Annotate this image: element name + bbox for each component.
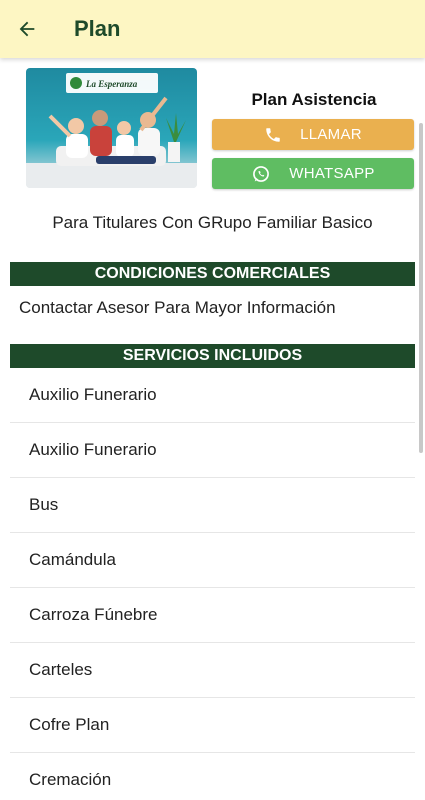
plan-content[interactable]: La Esperanza Plan Asistencia LLAMAR WHAT… — [0, 58, 425, 800]
list-item[interactable]: Bus — [10, 478, 415, 533]
call-button-label: LLAMAR — [300, 126, 362, 143]
whatsapp-button-label: WHATSAPP — [289, 165, 375, 182]
list-item[interactable]: Carroza Fúnebre — [10, 588, 415, 643]
arrow-left-icon — [19, 21, 35, 37]
scrollbar[interactable] — [419, 123, 423, 453]
services-header: SERVICIOS INCLUIDOS — [10, 344, 415, 368]
services-list: Auxilio Funerario Auxilio Funerario Bus … — [10, 368, 415, 800]
whatsapp-icon — [251, 164, 271, 184]
page-title: Plan — [74, 16, 121, 41]
conditions-header: CONDICIONES COMERCIALES — [10, 262, 415, 286]
list-item[interactable]: Carteles — [10, 643, 415, 698]
list-item[interactable]: Auxilio Funerario — [10, 368, 415, 423]
family-photo-illustration: La Esperanza — [26, 73, 197, 188]
list-item[interactable]: Cremación — [10, 753, 415, 800]
plan-name: Plan Asistencia — [251, 90, 377, 109]
whatsapp-button[interactable]: WHATSAPP — [212, 158, 414, 189]
call-button[interactable]: LLAMAR — [212, 119, 414, 150]
list-item[interactable]: Camándula — [10, 533, 415, 588]
list-item[interactable]: Auxilio Funerario — [10, 423, 415, 478]
plan-description: Para Titulares Con GRupo Familiar Basico — [52, 213, 373, 232]
conditions-text: Contactar Asesor Para Mayor Información — [19, 298, 336, 317]
plan-summary: La Esperanza Plan Asistencia LLAMAR WHAT… — [26, 68, 416, 189]
svg-text:La Esperanza: La Esperanza — [85, 79, 138, 89]
back-button[interactable] — [0, 0, 54, 58]
phone-icon — [264, 126, 282, 144]
app-bar: Plan — [0, 0, 425, 58]
list-item[interactable]: Cofre Plan — [10, 698, 415, 753]
plan-photo: La Esperanza — [26, 68, 197, 188]
